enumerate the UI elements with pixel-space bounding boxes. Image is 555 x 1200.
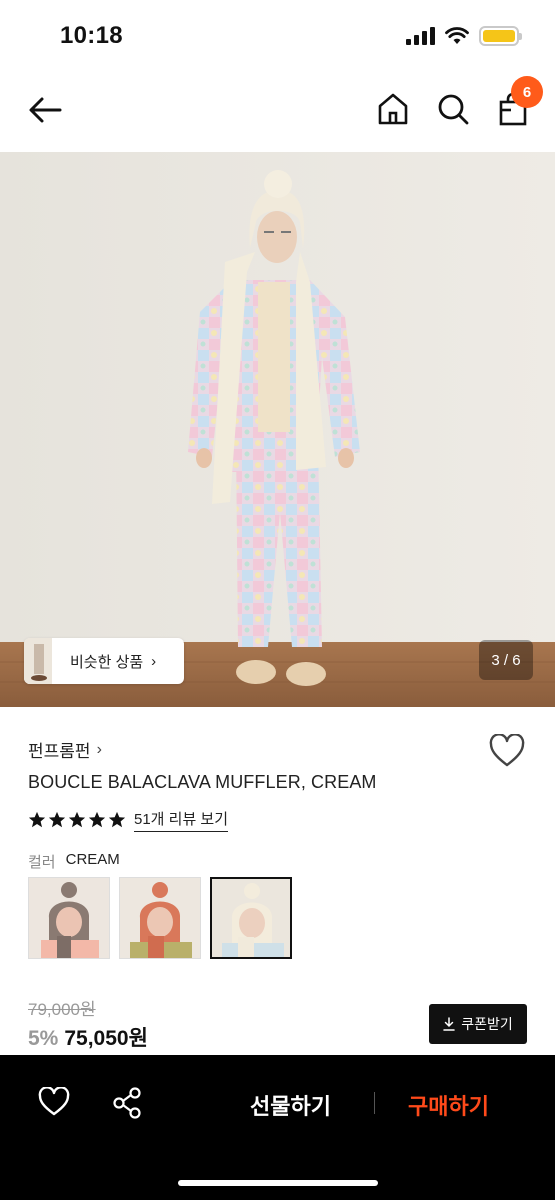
- swatch-cream[interactable]: [210, 877, 292, 959]
- cart-count-badge: 6: [511, 76, 543, 108]
- bottom-action-bar: 선물하기 구매하기: [0, 1055, 555, 1200]
- product-title: BOUCLE BALACLAVA MUFFLER, CREAM: [28, 772, 377, 792]
- star-icon: [68, 811, 86, 828]
- review-link[interactable]: 51개 리뷰 보기: [134, 808, 229, 832]
- star-icon: [88, 811, 106, 828]
- swatch-orange[interactable]: [119, 877, 201, 959]
- status-time: 10:18: [60, 22, 123, 49]
- brand-name: 펀프롬펀: [28, 742, 91, 761]
- product-photo: [0, 152, 555, 707]
- download-icon: [443, 1017, 455, 1031]
- similar-products-label: 비슷한 상품: [70, 653, 144, 671]
- star-icon: [108, 811, 126, 828]
- swatch-gray[interactable]: [28, 877, 110, 959]
- buy-button[interactable]: 구매하기: [408, 1089, 489, 1121]
- original-price: 79,000원: [28, 1000, 96, 1019]
- similar-products-button[interactable]: 비슷한 상품 ›: [24, 638, 184, 684]
- discount-rate: 5%: [28, 1027, 59, 1050]
- chevron-right-icon: ›: [151, 652, 157, 670]
- color-label: 컬러: [28, 854, 56, 871]
- home-indicator: [178, 1180, 378, 1186]
- header-actions: 6: [375, 76, 543, 128]
- heart-icon[interactable]: [489, 734, 525, 768]
- share-icon[interactable]: [112, 1087, 142, 1119]
- search-icon[interactable]: [435, 90, 471, 128]
- battery-icon: [479, 26, 522, 46]
- price-row: 5% 75,050원: [28, 1022, 148, 1052]
- chevron-right-icon: ›: [96, 740, 102, 758]
- gift-button[interactable]: 선물하기: [250, 1089, 331, 1121]
- cart-button[interactable]: 6: [495, 76, 543, 128]
- color-swatches: [28, 877, 292, 959]
- wifi-icon: [445, 27, 469, 44]
- coupon-button[interactable]: 쿠폰받기: [429, 1004, 527, 1044]
- signal-icon: [406, 27, 435, 45]
- similar-thumbnail: [24, 638, 52, 684]
- image-counter: 3 / 6: [479, 640, 533, 680]
- color-value: CREAM: [65, 851, 120, 868]
- star-icon: [28, 811, 46, 828]
- star-icon: [48, 811, 66, 828]
- status-icons: [406, 26, 522, 46]
- divider: [374, 1092, 375, 1114]
- coupon-label: 쿠폰받기: [461, 1016, 513, 1032]
- status-bar: 10:18: [0, 0, 555, 70]
- back-arrow-icon[interactable]: [26, 92, 66, 128]
- home-icon[interactable]: [375, 90, 411, 128]
- rating-stars: [28, 811, 126, 829]
- rating-row: 51개 리뷰 보기: [28, 808, 229, 832]
- brand-link[interactable]: 펀프롬펀 ›: [28, 737, 102, 762]
- heart-icon[interactable]: [38, 1087, 70, 1117]
- product-image-carousel[interactable]: 비슷한 상품 › 3 / 6: [0, 152, 555, 707]
- color-row: 컬러 CREAM: [28, 851, 120, 872]
- sale-price: 75,050원: [64, 1027, 148, 1050]
- top-nav: 6: [0, 70, 555, 152]
